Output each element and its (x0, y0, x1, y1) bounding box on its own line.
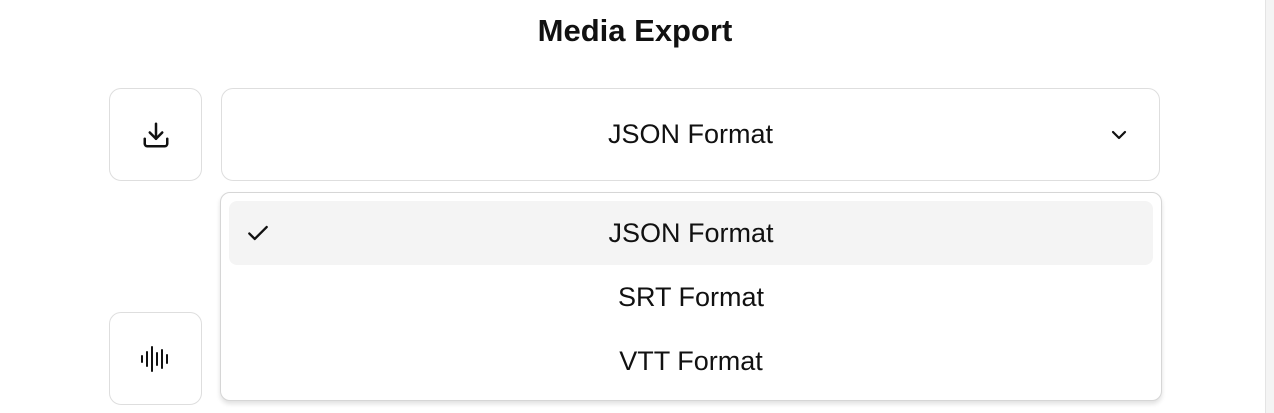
page-title: Media Export (537, 13, 733, 48)
audio-button[interactable] (109, 312, 202, 405)
format-option-json[interactable]: JSON Format (229, 201, 1153, 265)
format-option-label: VTT Format (619, 346, 763, 376)
scrollbar[interactable] (1265, 0, 1274, 413)
format-dropdown-menu: JSON Format SRT Format VTT Format (220, 192, 1162, 401)
format-option-label: JSON Format (608, 218, 774, 248)
download-button[interactable] (109, 88, 202, 181)
format-select-value: JSON Format (607, 119, 774, 149)
format-select[interactable]: JSON Format (221, 88, 1160, 181)
chevron-down-icon (1107, 123, 1131, 147)
format-option-vtt[interactable]: VTT Format (229, 329, 1153, 393)
format-option-label: SRT Format (617, 282, 765, 312)
download-icon (141, 120, 171, 150)
format-option-srt[interactable]: SRT Format (229, 265, 1153, 329)
audio-waveform-icon (140, 344, 172, 374)
